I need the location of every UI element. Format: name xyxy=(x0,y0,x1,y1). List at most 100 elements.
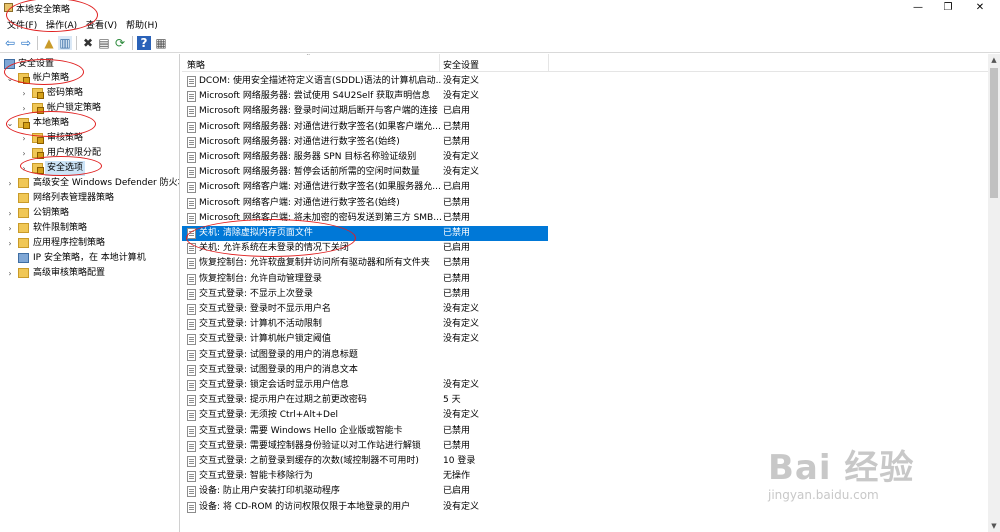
column-divider[interactable] xyxy=(548,54,549,72)
menu-file[interactable]: 文件(F) xyxy=(7,18,37,31)
menu-action[interactable]: 操作(A) xyxy=(46,18,77,31)
table-row[interactable]: 交互式登录: 不显示上次登录 已禁用 xyxy=(182,287,548,302)
expand-icon[interactable]: › xyxy=(19,161,29,176)
minimize-button[interactable]: — xyxy=(904,0,932,16)
table-row[interactable]: Microsoft 网络客户端: 对通信进行数字签名(始终) 已禁用 xyxy=(182,196,548,211)
table-row[interactable]: 交互式登录: 智能卡移除行为 无操作 xyxy=(182,469,548,484)
expand-icon[interactable]: › xyxy=(5,176,15,191)
column-header-setting[interactable]: 安全设置 xyxy=(443,58,479,71)
expand-icon[interactable]: › xyxy=(5,206,15,221)
policy-name: 交互式登录: 之前登录到缓存的次数(域控制器不可用时) xyxy=(199,456,419,466)
expand-icon[interactable]: › xyxy=(5,236,15,251)
policy-name: DCOM: 使用安全描述符定义语言(SDDL)语法的计算机启动... xyxy=(199,76,441,86)
table-row[interactable]: 交互式登录: 提示用户在过期之前更改密码 5 天 xyxy=(182,393,548,408)
policy-icon xyxy=(187,91,196,103)
policy-setting: 没有定义 xyxy=(443,380,480,390)
table-row[interactable]: Microsoft 网络服务器: 暂停会话前所需的空闲时间数量 没有定义 xyxy=(182,165,548,180)
column-divider[interactable] xyxy=(439,54,440,72)
expand-icon[interactable]: › xyxy=(5,221,15,236)
vertical-scrollbar[interactable]: ▲ ▼ xyxy=(988,54,1000,532)
policy-name: 交互式登录: 智能卡移除行为 xyxy=(199,471,313,482)
policy-icon xyxy=(187,288,196,300)
table-row[interactable]: 交互式登录: 试图登录的用户的消息标题 xyxy=(182,348,548,363)
table-row[interactable]: Microsoft 网络客户端: 对通信进行数字签名(如果服务器允... 已启用 xyxy=(182,180,548,195)
delete-icon[interactable]: ✖ xyxy=(81,36,95,50)
policy-name: Microsoft 网络客户端: 对通信进行数字签名(如果服务器允... xyxy=(199,182,441,193)
table-row[interactable]: 交互式登录: 需要域控制器身份验证以对工作站进行解锁 已禁用 xyxy=(182,439,548,454)
table-row[interactable]: 关机: 允许系统在未登录的情况下关闭 已启用 xyxy=(182,241,548,256)
up-folder-icon[interactable]: ▲ xyxy=(42,36,56,50)
table-row[interactable]: Microsoft 网络服务器: 对通信进行数字签名(始终) 已禁用 xyxy=(182,135,548,150)
expand-icon[interactable]: › xyxy=(5,266,15,281)
policy-icon xyxy=(187,76,196,87)
app-icon xyxy=(4,3,13,12)
scroll-down-icon[interactable]: ▼ xyxy=(988,520,1000,532)
expand-icon[interactable]: › xyxy=(19,86,29,101)
expand-icon[interactable]: › xyxy=(19,131,29,146)
menu-view[interactable]: 查看(V) xyxy=(86,18,117,31)
table-row[interactable]: 交互式登录: 登录时不显示用户名 没有定义 xyxy=(182,302,548,317)
table-row[interactable]: Microsoft 网络服务器: 尝试使用 S4U2Self 获取声明信息 没有定… xyxy=(182,89,548,104)
scroll-thumb[interactable] xyxy=(990,68,998,198)
policy-setting: 没有定义 xyxy=(443,91,480,102)
column-header-policy[interactable]: 策略 xyxy=(187,58,205,71)
policy-icon xyxy=(187,471,196,483)
table-row[interactable]: Microsoft 网络客户端: 将未加密的密码发送到第三方 SMB... 已禁用 xyxy=(182,211,548,226)
restore-button[interactable]: ❐ xyxy=(934,0,962,16)
table-row[interactable]: 交互式登录: 需要 Windows Hello 企业版或智能卡 已禁用 xyxy=(182,424,548,439)
policy-setting: 已启用 xyxy=(443,182,471,193)
table-row[interactable]: 设备: 防止用户安装打印机驱动程序 已启用 xyxy=(182,484,548,499)
policy-icon xyxy=(187,410,196,422)
policy-name: Microsoft 网络服务器: 暂停会话前所需的空闲时间数量 xyxy=(199,167,420,178)
tree-item-label: 用户权限分配 xyxy=(47,148,102,158)
policy-name: 设备: 将 CD-ROM 的访问权限仅限于本地登录的用户 xyxy=(199,501,411,512)
baidu-watermark: Bai 经验 jingyan.baidu.com xyxy=(768,440,968,520)
forward-icon[interactable]: ⇨ xyxy=(19,36,33,50)
toolbar: ⇦ ⇨ ▲ ▥ ✖ ▤ ⟳ ? ▦ xyxy=(0,33,1000,53)
ip-security-icon xyxy=(18,253,29,263)
table-row[interactable]: 交互式登录: 计算机帐户锁定阈值 没有定义 xyxy=(182,332,548,347)
table-row[interactable]: 交互式登录: 无须按 Ctrl+Alt+Del 没有定义 xyxy=(182,408,548,423)
properties-icon[interactable]: ▤ xyxy=(97,36,111,50)
table-row[interactable]: 交互式登录: 试图登录的用户的消息文本 xyxy=(182,363,548,378)
table-row[interactable]: 设备: 将 CD-ROM 的访问权限仅限于本地登录的用户 没有定义 xyxy=(182,500,548,515)
policy-setting: 已启用 xyxy=(443,486,471,497)
scroll-up-icon[interactable]: ▲ xyxy=(988,54,1000,66)
menu-help[interactable]: 帮助(H) xyxy=(126,18,158,31)
back-icon[interactable]: ⇦ xyxy=(3,36,17,50)
folder-icon xyxy=(18,268,29,278)
table-row[interactable]: Microsoft 网络服务器: 登录时间过期后断开与客户端的连接 已启用 xyxy=(182,104,548,119)
tree-item-label: 软件限制策略 xyxy=(33,223,88,233)
table-row[interactable]: 交互式登录: 锁定会话时显示用户信息 没有定义 xyxy=(182,378,548,393)
show-tree-icon[interactable]: ▥ xyxy=(58,36,72,50)
table-row[interactable]: 关机: 清除虚拟内存页面文件 已禁用 xyxy=(182,226,548,241)
expand-icon[interactable]: › xyxy=(19,146,29,161)
table-row[interactable]: 恢复控制台: 允许自动管理登录 已禁用 xyxy=(182,272,548,287)
table-row[interactable]: Microsoft 网络服务器: 服务器 SPN 目标名称验证级别 没有定义 xyxy=(182,150,548,165)
close-button[interactable]: ✕ xyxy=(966,0,994,16)
policy-name: Microsoft 网络服务器: 尝试使用 S4U2Self 获取声明信息 xyxy=(199,91,431,102)
table-row[interactable]: 交互式登录: 计算机不活动限制 没有定义 xyxy=(182,317,548,332)
table-row[interactable]: Microsoft 网络服务器: 对通信进行数字签名(如果客户端允... 已禁用 xyxy=(182,120,548,135)
refresh-icon[interactable]: ⟳ xyxy=(113,36,127,50)
menu-bar: 文件(F) 操作(A) 查看(V) 帮助(H) xyxy=(0,16,1000,32)
policy-name: 交互式登录: 登录时不显示用户名 xyxy=(199,304,331,314)
tree-item-label: 帐户策略 xyxy=(33,73,70,83)
collapse-icon[interactable]: ⌄ xyxy=(5,71,15,86)
help-icon[interactable]: ? xyxy=(137,36,151,50)
folder-lock-icon xyxy=(18,73,30,84)
table-row[interactable]: 交互式登录: 之前登录到缓存的次数(域控制器不可用时) 10 登录 xyxy=(182,454,548,469)
policy-name: 交互式登录: 计算机帐户锁定阈值 xyxy=(199,334,331,345)
expand-icon[interactable]: › xyxy=(19,101,29,116)
policy-setting: 没有定义 xyxy=(443,167,480,178)
policy-icon xyxy=(187,501,196,513)
table-row[interactable]: 恢复控制台: 允许软盘复制并访问所有驱动器和所有文件夹 已禁用 xyxy=(182,256,548,271)
security-settings-icon xyxy=(4,59,15,69)
policy-icon xyxy=(187,152,196,163)
policy-setting: 已禁用 xyxy=(443,228,471,238)
table-row[interactable]: DCOM: 使用安全描述符定义语言(SDDL)语法的计算机启动... 没有定义 xyxy=(182,74,548,89)
policy-setting: 没有定义 xyxy=(443,334,480,345)
tree-item-label: 帐户锁定策略 xyxy=(47,103,102,113)
console-icon[interactable]: ▦ xyxy=(154,36,168,50)
collapse-icon[interactable]: ⌄ xyxy=(5,116,15,131)
